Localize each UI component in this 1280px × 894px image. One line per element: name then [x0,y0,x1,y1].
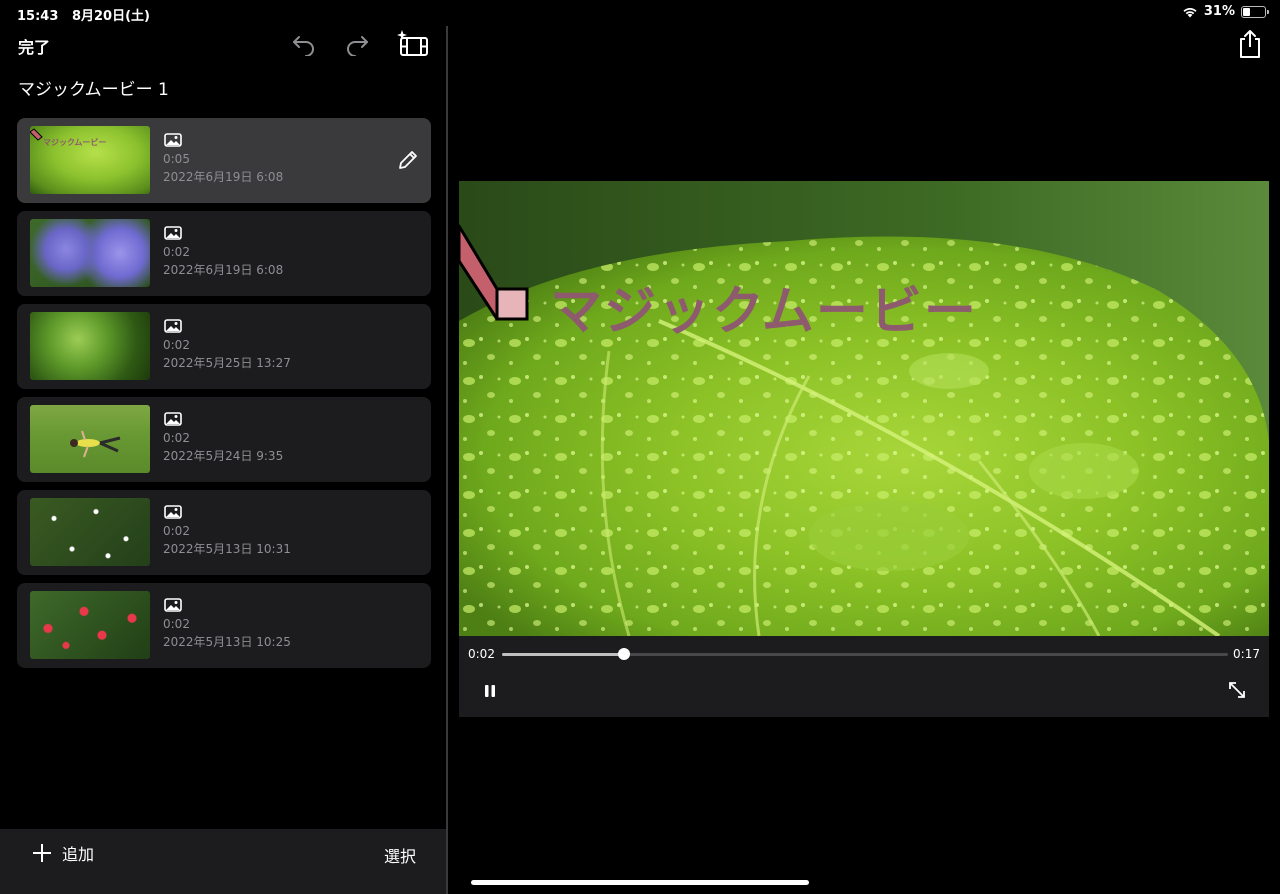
photo-icon [164,226,182,240]
movie-title: マジックムービー 1 [18,80,169,100]
clip-date: 2022年5月25日 13:27 [163,356,291,370]
date: 8月20日(土) [71,9,150,24]
redo-button[interactable] [342,30,372,58]
clip-row-2[interactable]: 0:02 2022年6月19日 6:08 [17,211,431,296]
clip-thumbnail: マジックムービー [30,126,150,194]
total-time: 0:17 [1233,647,1260,661]
clip-date: 2022年5月13日 10:25 [163,635,291,649]
clip-date: 2022年6月19日 6:08 [163,263,284,277]
undo-icon [293,36,314,56]
add-label: 追加 [62,845,95,864]
clip-thumbnail [30,312,150,380]
clip-thumbnail [30,219,150,287]
clip-thumbnail [30,591,150,659]
undo-button[interactable] [289,30,319,58]
photo-icon [164,133,182,147]
person-figure-icon [70,430,121,458]
clip-duration: 0:02 [163,617,190,631]
battery-level [1243,7,1250,16]
clip-row-4[interactable]: 0:02 2022年5月24日 9:35 [17,397,431,482]
clip-duration: 0:02 [163,338,190,352]
status-bar: 15:43 8月20日(土) 31% [0,0,1280,26]
current-time: 0:02 [468,647,495,661]
scrubber-track[interactable] [502,648,1228,660]
plus-icon [33,844,51,862]
clip-date: 2022年6月19日 6:08 [163,170,284,184]
photo-icon [164,598,182,612]
magic-movie-button[interactable] [396,30,430,58]
status-indicators: 31% [1182,4,1269,19]
clip-row-3[interactable]: 0:02 2022年5月25日 13:27 [17,304,431,389]
share-icon[interactable] [1237,29,1263,59]
panel-divider [446,26,448,894]
photo-icon [164,505,182,519]
pause-icon[interactable] [481,682,499,700]
leaf-image [459,181,1269,636]
clip-duration: 0:02 [163,431,190,445]
select-button[interactable]: 選択 [384,843,416,867]
photo-icon [164,412,182,426]
clip-list: マジックムービー 0:05 2022年6月19日 6:08 0:02 2022年… [17,118,431,676]
scrubber-progress [502,653,624,656]
video-title-overlay: マジックムービー [550,282,978,342]
done-button[interactable]: 完了 [18,34,50,58]
video-preview[interactable]: マジックムービー [459,181,1269,636]
clip-duration: 0:02 [163,524,190,538]
redo-icon [347,36,368,56]
add-button[interactable]: 追加 [32,841,94,865]
clip-row-5[interactable]: 0:02 2022年5月13日 10:31 [17,490,431,575]
clip-thumbnail [30,498,150,566]
photo-icon [164,319,182,333]
bottom-toolbar: 追加 選択 [0,829,446,894]
battery-percent: 31% [1203,4,1235,19]
home-indicator [471,880,809,885]
scrubber-knob[interactable] [617,648,630,660]
clip-duration: 0:02 [163,245,190,259]
fullscreen-icon[interactable] [1227,680,1247,700]
clip-panel: 完了 マジックムービー 1 マジックムービー 0:05 2022年6月19日 6… [0,26,446,894]
clip-date: 2022年5月24日 9:35 [163,449,284,463]
clip-row-6[interactable]: 0:02 2022年5月13日 10:25 [17,583,431,668]
clip-row-1[interactable]: マジックムービー 0:05 2022年6月19日 6:08 [17,118,431,203]
wifi-icon [1183,7,1197,17]
status-time: 15:43 8月20日(土) [17,5,150,24]
playback-controls: 0:02 0:17 [459,636,1269,717]
thumbnail-overlay-text: マジックムービー [43,138,107,147]
pencil-icon[interactable] [397,149,419,171]
clip-date: 2022年5月13日 10:31 [163,542,291,556]
magic-film-icon [397,30,428,56]
clip-duration: 0:05 [163,152,190,166]
battery-icon [1241,5,1269,18]
clock: 15:43 [17,9,59,24]
clip-thumbnail [30,405,150,473]
